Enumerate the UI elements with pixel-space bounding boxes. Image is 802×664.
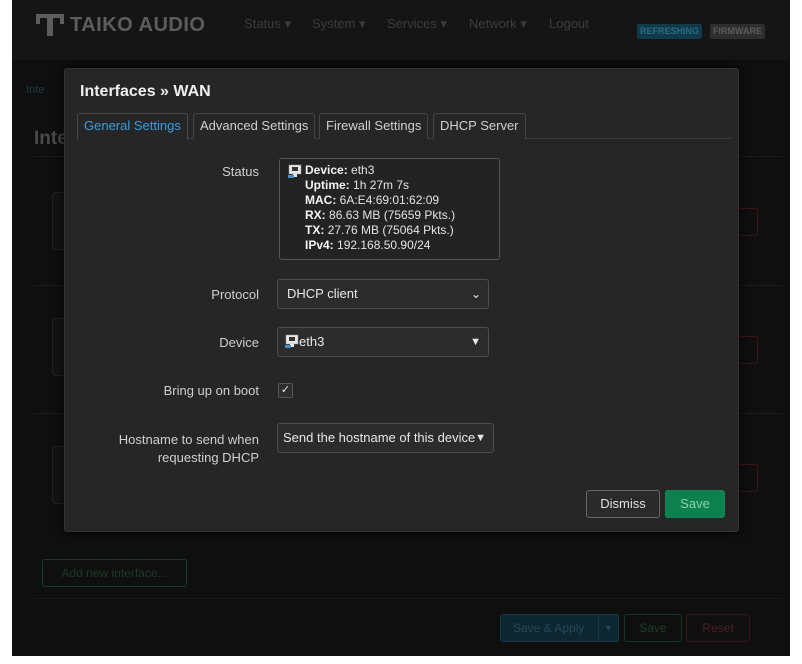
taiko-logo-icon bbox=[36, 14, 64, 36]
refreshing-badge[interactable]: REFRESHING bbox=[637, 24, 703, 39]
brand-name: TAIKO AUDIO bbox=[70, 13, 206, 36]
dismiss-button[interactable]: Dismiss bbox=[586, 490, 660, 518]
bring-up-on-boot-checkbox[interactable]: ✓ bbox=[278, 383, 293, 398]
caret-down-icon: ▼ bbox=[475, 432, 486, 444]
nav-logout[interactable]: Logout bbox=[549, 16, 589, 31]
tab-firewall-settings[interactable]: Firewall Settings bbox=[319, 113, 429, 139]
tab-dhcp-server[interactable]: DHCP Server bbox=[433, 113, 526, 139]
status-rx: RX: 86.63 MB (75659 Pkts.) bbox=[305, 208, 456, 222]
caret-down-icon: ▼ bbox=[470, 336, 481, 348]
status-mac: MAC: 6A:E4:69:01:62:09 bbox=[305, 193, 440, 207]
protocol-label: Protocol bbox=[211, 287, 259, 302]
nav-services[interactable]: Services ▾ bbox=[387, 16, 447, 32]
brand-logo[interactable]: TAIKO AUDIO bbox=[34, 12, 206, 38]
ethernet-port-icon bbox=[288, 164, 302, 178]
status-tx: TX: 27.76 MB (75064 Pkts.) bbox=[305, 223, 454, 237]
breadcrumb[interactable]: Inte bbox=[26, 84, 44, 96]
interface-edit-modal: Interfaces » WAN General Settings Advanc… bbox=[64, 68, 739, 532]
firmware-badge: FIRMWARE bbox=[710, 24, 765, 39]
status-device: Device: eth3 bbox=[305, 163, 375, 177]
status-uptime: Uptime: 1h 27m 7s bbox=[305, 178, 410, 192]
save-button[interactable]: Save bbox=[665, 490, 725, 518]
device-select[interactable]: eth3 ▼ bbox=[277, 327, 489, 357]
nav-status[interactable]: Status ▾ bbox=[244, 16, 291, 32]
page-save-button[interactable]: Save bbox=[624, 614, 682, 642]
save-apply-dropdown-toggle[interactable]: ▼ bbox=[598, 614, 618, 642]
device-status-box: Device: eth3 Uptime: 1h 27m 7s MAC: 6A:E… bbox=[279, 158, 500, 260]
status-ipv4: IPv4: 192.168.50.90/24 bbox=[305, 238, 431, 252]
tab-general-settings[interactable]: General Settings bbox=[77, 113, 188, 140]
nav-system[interactable]: System ▾ bbox=[312, 16, 365, 32]
checkmark-icon: ✓ bbox=[280, 384, 291, 396]
boot-label: Bring up on boot bbox=[163, 383, 259, 398]
hostname-select[interactable]: Send the hostname of this device ▼ bbox=[277, 423, 494, 453]
add-interface-button[interactable]: Add new interface... bbox=[42, 559, 187, 587]
protocol-select[interactable]: DHCP client ⌄ bbox=[277, 279, 489, 309]
modal-title: Interfaces » WAN bbox=[80, 83, 211, 100]
tab-advanced-settings[interactable]: Advanced Settings bbox=[193, 113, 316, 139]
status-label: Status bbox=[222, 164, 259, 179]
top-navbar: TAIKO AUDIO Status ▾ System ▾ Services ▾… bbox=[12, 0, 790, 60]
ethernet-port-icon bbox=[285, 334, 299, 348]
page-title: Inte bbox=[34, 128, 68, 149]
page-reset-button[interactable]: Reset bbox=[686, 614, 750, 642]
chevron-down-icon: ⌄ bbox=[470, 287, 481, 301]
device-label: Device bbox=[219, 335, 259, 350]
nav-network[interactable]: Network ▾ bbox=[469, 16, 527, 32]
luci-page: TAIKO AUDIO Status ▾ System ▾ Services ▾… bbox=[12, 0, 790, 656]
hostname-label: Hostname to send when requesting DHCP bbox=[118, 432, 259, 465]
tab-bar: General Settings Advanced Settings Firew… bbox=[77, 113, 732, 140]
